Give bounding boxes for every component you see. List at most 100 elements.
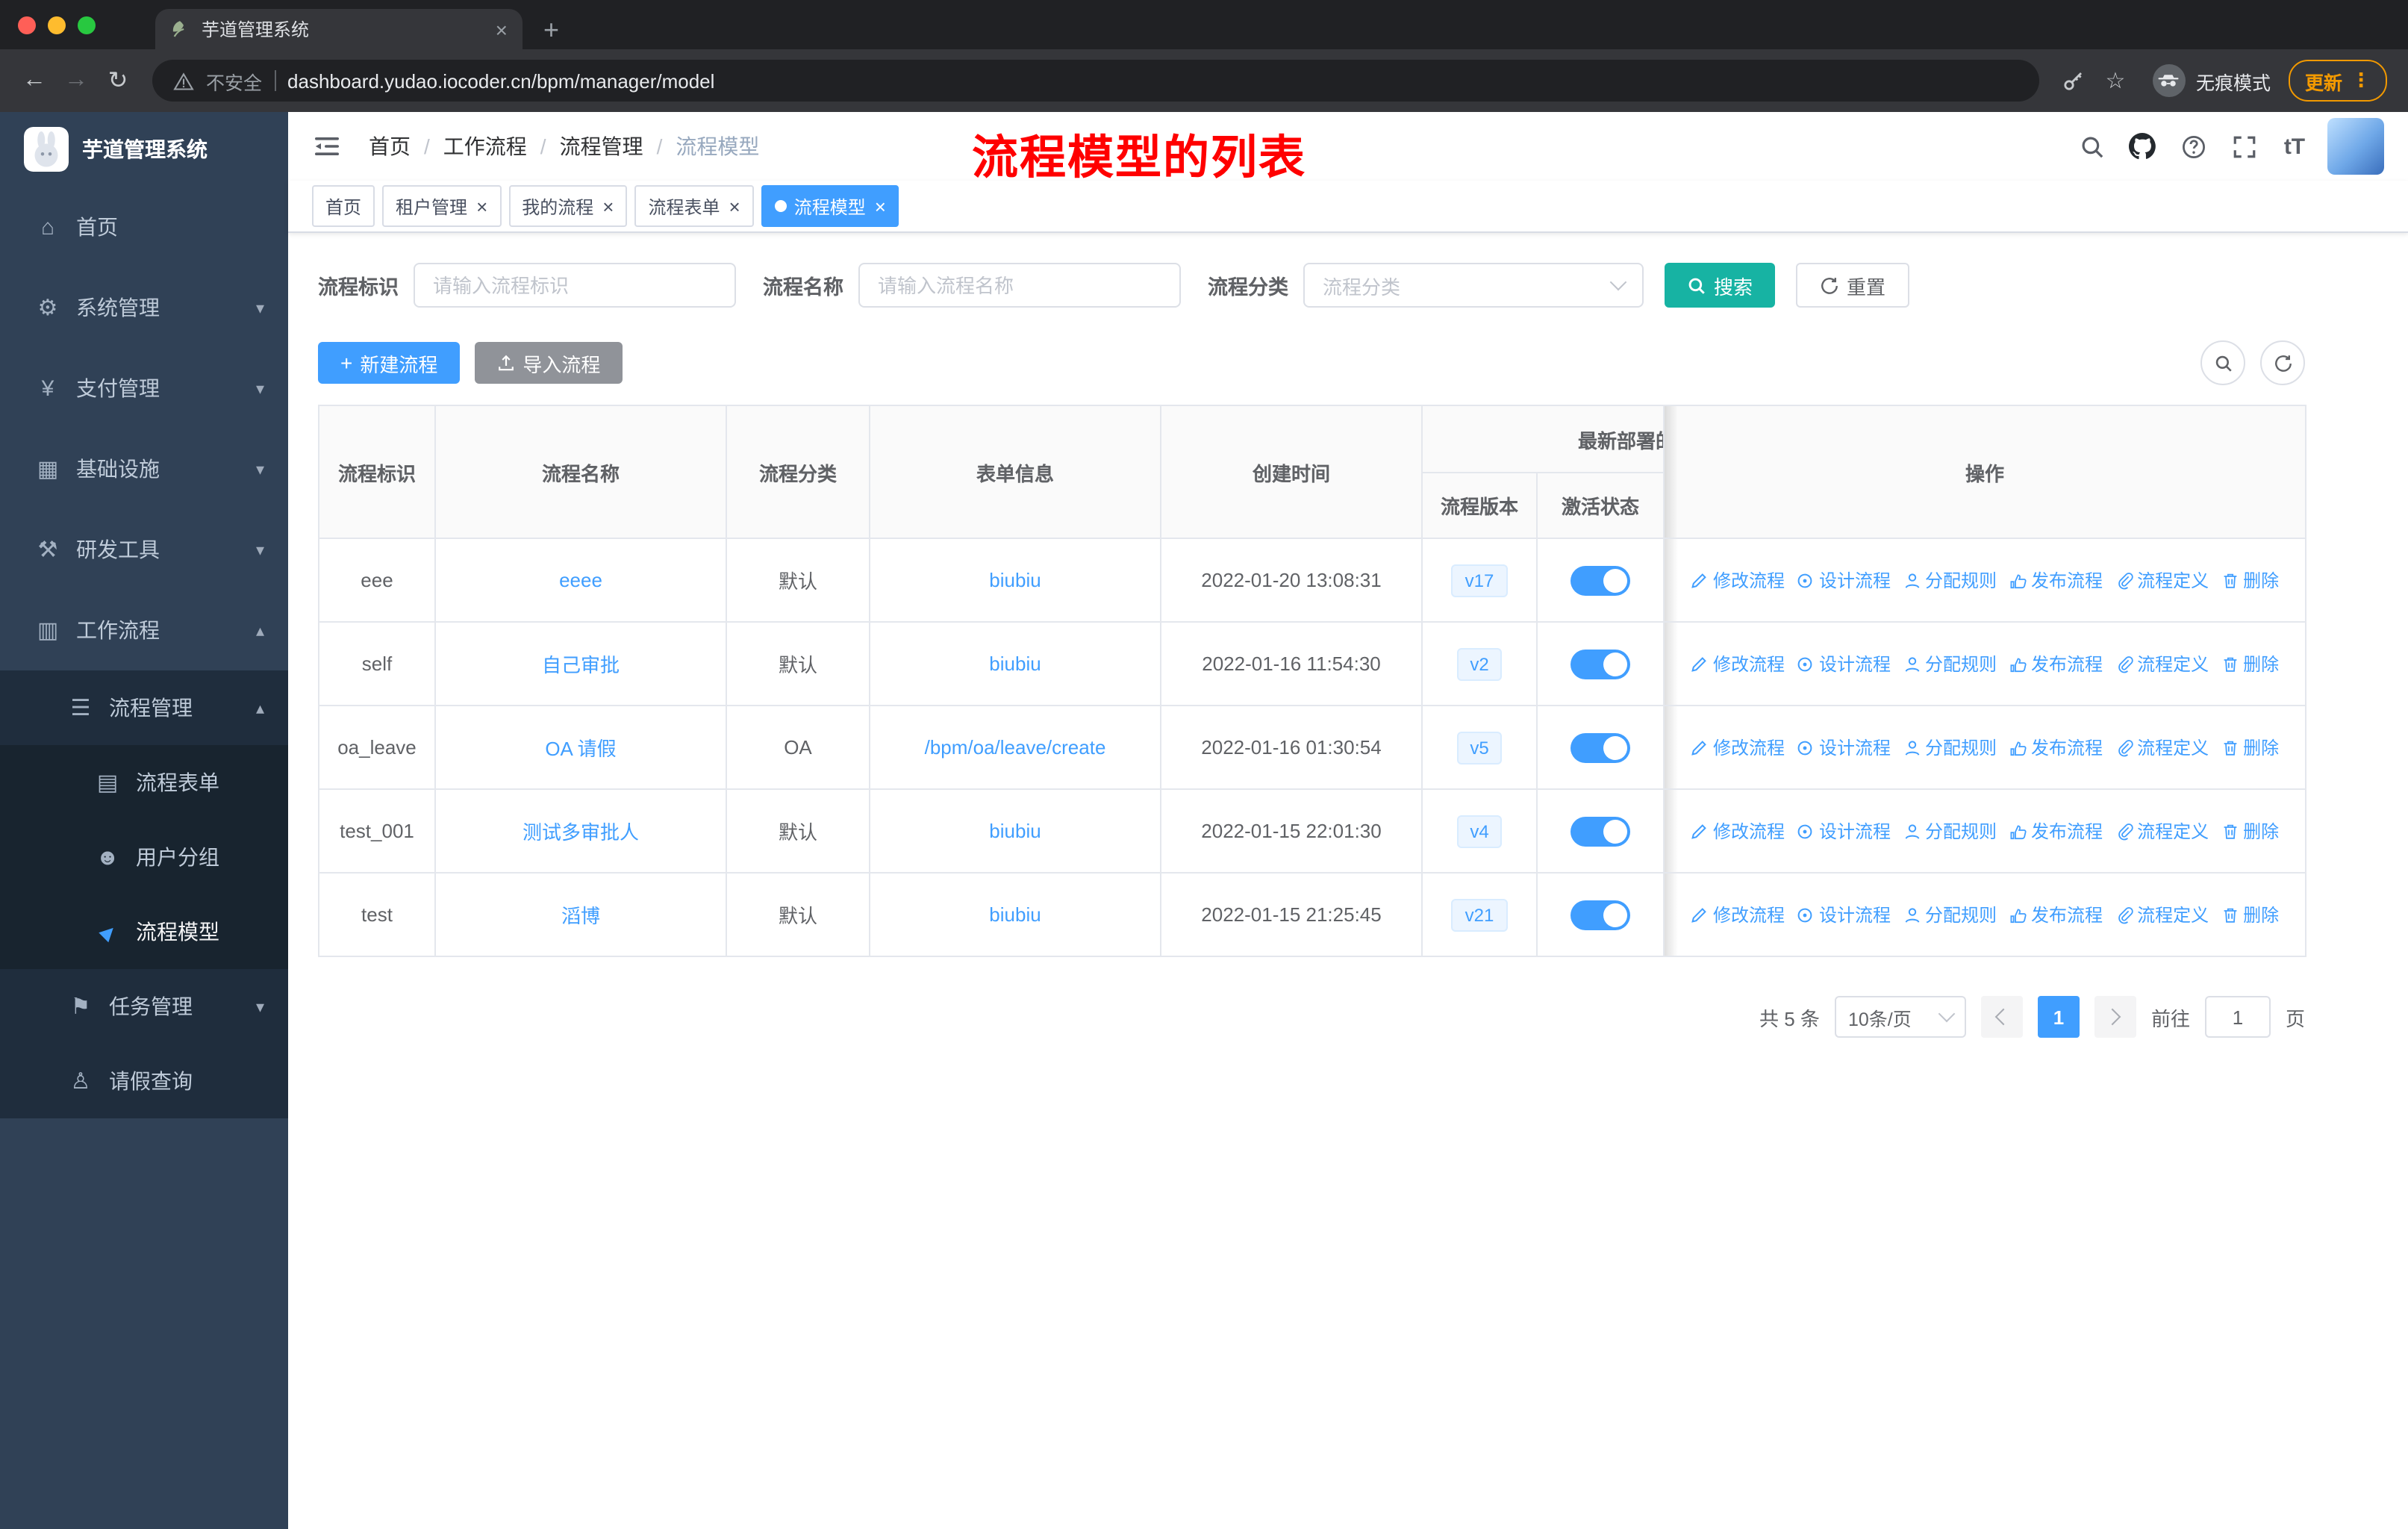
status-toggle[interactable] [1570,649,1630,679]
status-toggle[interactable] [1570,565,1630,595]
form-info-link[interactable]: biubiu [989,820,1041,842]
sidebar-item-user[interactable]: ♙ 请假查询 [0,1044,288,1118]
show-search-toggle-button[interactable] [2200,340,2245,385]
bookmark-star-icon[interactable]: ☆ [2096,61,2135,100]
prev-page-button[interactable] [1980,996,2023,1038]
search-button[interactable]: 搜索 [1665,263,1776,308]
form-info-link[interactable]: /bpm/oa/leave/create [925,736,1106,759]
define-operation-link[interactable]: 流程定义 [2115,818,2209,844]
tag-item[interactable]: 首页 [312,185,375,227]
sidebar-logo[interactable]: 芋道管理系统 [0,112,288,187]
sidebar-item-yen[interactable]: ¥ 支付管理 ▾ [0,348,288,429]
sidebar-item-list[interactable]: ☰ 流程管理 ▴ [0,670,288,745]
status-toggle[interactable] [1570,816,1630,846]
process-key-input[interactable] [414,263,736,308]
sidebar-item-group[interactable]: ☻ 用户分组 [0,820,288,894]
define-operation-link[interactable]: 流程定义 [2115,651,2209,676]
security-warning-icon[interactable] [173,71,194,90]
fullscreen-icon[interactable] [2226,128,2262,164]
sidebar-toggle-icon[interactable] [312,130,345,163]
tag-active[interactable]: 流程模型 × [761,185,899,227]
update-button[interactable]: 更新 ⋮ [2288,60,2387,102]
sidebar-item-form[interactable]: ▤ 流程表单 [0,745,288,820]
github-icon[interactable] [2124,128,2160,164]
page-size-select[interactable]: 10条/页 [1834,996,1966,1038]
import-process-button[interactable]: 导入流程 [475,342,623,384]
tag-item[interactable]: 我的流程 × [508,185,628,227]
avatar[interactable] [2327,118,2384,175]
assign-operation-link[interactable]: 分配规则 [1903,902,1997,927]
sidebar-item-model[interactable]: ▶ 流程模型 [0,894,288,969]
browser-tab[interactable]: 芋道管理系统 × [155,9,523,49]
password-key-icon[interactable] [2054,61,2093,100]
edit-operation-link[interactable]: 修改流程 [1691,818,1785,844]
tag-item[interactable]: 流程表单 × [634,185,754,227]
form-info-link[interactable]: biubiu [989,653,1041,675]
publish-operation-link[interactable]: 发布流程 [2009,902,2103,927]
sidebar-item-gear[interactable]: ⚙ 系统管理 ▾ [0,267,288,348]
tab-close-icon[interactable]: × [496,19,508,40]
process-name-link[interactable]: 滔博 [561,905,600,927]
sidebar-item-task[interactable]: ⚑ 任务管理 ▾ [0,969,288,1044]
delete-operation-link[interactable]: 删除 [2221,902,2279,927]
process-name-link[interactable]: eeee [559,569,602,591]
goto-page-input[interactable] [2204,996,2271,1038]
back-button[interactable]: ← [15,61,54,100]
publish-operation-link[interactable]: 发布流程 [2009,818,2103,844]
tag-close-icon[interactable]: × [476,196,487,216]
url-bar[interactable]: 不安全 dashboard.yudao.iocoder.cn/bpm/manag… [152,60,2039,102]
status-toggle[interactable] [1570,900,1630,929]
refresh-table-button[interactable] [2260,340,2305,385]
breadcrumb-item[interactable]: 流程管理 [560,131,643,161]
new-tab-button[interactable]: + [543,16,559,43]
delete-operation-link[interactable]: 删除 [2221,567,2279,593]
breadcrumb-item[interactable]: 工作流程 [443,131,527,161]
category-select[interactable]: 流程分类 [1303,263,1644,308]
delete-operation-link[interactable]: 删除 [2221,735,2279,760]
define-operation-link[interactable]: 流程定义 [2115,567,2209,593]
window-zoom-button[interactable] [78,16,96,34]
sidebar-item-tools[interactable]: ⚒ 研发工具 ▾ [0,509,288,590]
form-info-link[interactable]: biubiu [989,569,1041,591]
page-1-button[interactable]: 1 [2037,996,2080,1038]
process-name-input[interactable] [858,263,1181,308]
process-name-link[interactable]: OA 请假 [545,738,616,760]
sidebar-item-infra[interactable]: ▦ 基础设施 ▾ [0,429,288,509]
tag-item[interactable]: 租户管理 × [382,185,502,227]
design-operation-link[interactable]: 设计流程 [1797,902,1891,927]
form-info-link[interactable]: biubiu [989,903,1041,926]
breadcrumb-item[interactable]: 首页 [369,131,411,161]
edit-operation-link[interactable]: 修改流程 [1691,567,1785,593]
assign-operation-link[interactable]: 分配规则 [1903,735,1997,760]
sidebar-item-home[interactable]: ⌂ 首页 [0,187,288,267]
reload-button[interactable]: ↻ [99,61,137,100]
design-operation-link[interactable]: 设计流程 [1797,567,1891,593]
design-operation-link[interactable]: 设计流程 [1797,818,1891,844]
delete-operation-link[interactable]: 删除 [2221,818,2279,844]
publish-operation-link[interactable]: 发布流程 [2009,735,2103,760]
assign-operation-link[interactable]: 分配规则 [1903,818,1997,844]
tag-close-icon[interactable]: × [729,196,740,216]
forward-button[interactable]: → [57,61,96,100]
assign-operation-link[interactable]: 分配规则 [1903,567,1997,593]
publish-operation-link[interactable]: 发布流程 [2009,567,2103,593]
reset-button[interactable]: 重置 [1796,263,1910,308]
sidebar-item-work[interactable]: ▥ 工作流程 ▴ [0,590,288,670]
window-minimize-button[interactable] [48,16,66,34]
font-size-icon[interactable]: tT [2277,128,2312,164]
process-name-link[interactable]: 自己审批 [542,654,620,676]
publish-operation-link[interactable]: 发布流程 [2009,651,2103,676]
tag-close-icon[interactable]: × [875,196,886,216]
assign-operation-link[interactable]: 分配规则 [1903,651,1997,676]
next-page-button[interactable] [2094,996,2136,1038]
browser-menu-icon[interactable]: ⋮ [2351,69,2371,93]
edit-operation-link[interactable]: 修改流程 [1691,902,1785,927]
delete-operation-link[interactable]: 删除 [2221,651,2279,676]
status-toggle[interactable] [1570,732,1630,762]
edit-operation-link[interactable]: 修改流程 [1691,651,1785,676]
design-operation-link[interactable]: 设计流程 [1797,735,1891,760]
edit-operation-link[interactable]: 修改流程 [1691,735,1785,760]
define-operation-link[interactable]: 流程定义 [2115,902,2209,927]
help-icon[interactable] [2175,128,2211,164]
create-process-button[interactable]: + 新建流程 [318,342,461,384]
